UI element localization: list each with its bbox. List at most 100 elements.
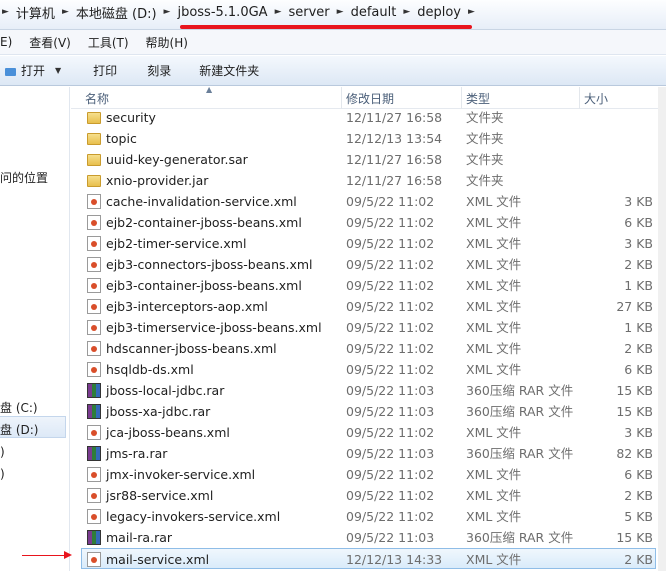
chevron-right-icon[interactable]: ► <box>466 7 477 17</box>
file-size <box>561 128 653 149</box>
file-size: 15 KB <box>616 383 653 398</box>
column-name[interactable]: 名称 <box>81 87 341 109</box>
breadcrumb-jboss[interactable]: jboss-5.1.0GA <box>172 5 272 20</box>
file-type: XML 文件 <box>466 341 522 356</box>
menu-edit[interactable]: E) <box>0 35 21 49</box>
file-row[interactable]: jca-jboss-beans.xml 09/5/22 11:02 XML 文件 3 … <box>71 422 658 443</box>
nav-item-b[interactable]: ) <box>0 467 5 481</box>
file-row[interactable]: security 12/11/27 16:58 文件夹 <box>71 107 658 128</box>
column-date[interactable]: 修改日期 <box>341 87 461 109</box>
print-label: 打印 <box>93 64 118 78</box>
chevron-right-icon[interactable]: ► <box>335 7 346 17</box>
chevron-right-icon[interactable]: ► <box>273 7 284 17</box>
address-bar[interactable]: ► 计算机 ► 本地磁盘 (D:) ► jboss-5.1.0GA ► serv… <box>0 0 666 30</box>
print-button[interactable]: 打印 <box>88 62 122 79</box>
file-name: ejb3-timerservice-jboss-beans.xml <box>106 320 322 335</box>
file-type: 文件夹 <box>466 110 504 125</box>
column-header: ▲ 名称 修改日期 类型 大小 <box>71 85 666 109</box>
file-name: jmx-invoker-service.xml <box>106 467 256 482</box>
file-row[interactable]: jsr88-service.xml 09/5/22 11:02 XML 文件 2 KB <box>71 485 658 506</box>
file-row[interactable]: mail-ra.rar 09/5/22 11:03 360压缩 RAR 文件 15 K… <box>71 527 658 548</box>
breadcrumb[interactable]: ► 计算机 ► 本地磁盘 (D:) ► jboss-5.1.0GA ► serv… <box>0 2 477 22</box>
nav-drive-c[interactable]: 盘 (C:) <box>0 399 38 416</box>
file-row[interactable]: xnio-provider.jar 12/11/27 16:58 文件夹 <box>71 170 658 191</box>
file-row[interactable]: jboss-xa-jdbc.rar 09/5/22 11:03 360压缩 RAR … <box>71 401 658 422</box>
breadcrumb-server[interactable]: server <box>283 5 334 20</box>
file-date: 12/11/27 16:58 <box>346 173 443 188</box>
rar-archive-icon <box>87 446 101 461</box>
file-date: 09/5/22 11:02 <box>346 488 435 503</box>
file-row[interactable]: hsqldb-ds.xml 09/5/22 11:02 XML 文件 6 KB <box>71 359 658 380</box>
file-date: 12/12/13 13:54 <box>346 131 443 146</box>
nav-drive-d[interactable]: 盘 (D:) <box>0 421 38 438</box>
chevron-right-icon[interactable]: ► <box>0 7 11 17</box>
file-row[interactable]: ejb3-container-jboss-beans.xml 09/5/22 11… <box>71 275 658 296</box>
file-date: 09/5/22 11:02 <box>346 320 435 335</box>
file-size <box>561 149 653 170</box>
file-row[interactable]: legacy-invokers-service.xml 09/5/22 11:02… <box>71 506 658 527</box>
file-date: 09/5/22 11:02 <box>346 509 435 524</box>
file-row[interactable]: ejb3-connectors-jboss-beans.xml 09/5/22 1… <box>71 254 658 275</box>
navigation-pane[interactable]: 问的位置 盘 (C:) 盘 (D:) ) ) <box>0 87 70 571</box>
file-list[interactable]: ▲ 名称 修改日期 类型 大小 security 12/11/27 16:58 文件… <box>71 85 666 571</box>
breadcrumb-default[interactable]: default <box>346 5 402 20</box>
xml-file-icon <box>87 194 101 209</box>
vertical-scrollbar[interactable] <box>658 87 666 571</box>
file-name: cache-invalidation-service.xml <box>106 194 297 209</box>
file-size: 15 KB <box>616 530 653 545</box>
file-row[interactable]: jmx-invoker-service.xml 09/5/22 11:02 XML … <box>71 464 658 485</box>
file-row[interactable]: jms-ra.rar 09/5/22 11:03 360压缩 RAR 文件 82 KB <box>71 443 658 464</box>
file-type: XML 文件 <box>466 425 522 440</box>
open-button[interactable]: 打开 ▼ <box>0 62 66 79</box>
new-folder-button[interactable]: 新建文件夹 <box>194 62 264 79</box>
file-row[interactable]: ejb2-container-jboss-beans.xml 09/5/22 11… <box>71 212 658 233</box>
nav-item-a[interactable]: ) <box>0 445 5 459</box>
xml-file-icon <box>87 278 101 293</box>
file-date: 09/5/22 11:02 <box>346 425 435 440</box>
nav-recent-places[interactable]: 问的位置 <box>0 169 48 186</box>
menu-help[interactable]: 帮助(H) <box>146 34 197 51</box>
file-row[interactable]: ejb3-timerservice-jboss-beans.xml 09/5/22… <box>71 317 658 338</box>
column-type[interactable]: 类型 <box>461 87 579 109</box>
file-date: 09/5/22 11:03 <box>346 404 435 419</box>
file-row[interactable]: ejb3-interceptors-aop.xml 09/5/22 11:02 XM… <box>71 296 658 317</box>
file-name: uuid-key-generator.sar <box>106 152 248 167</box>
file-size: 3 KB <box>624 194 653 209</box>
xml-file-icon <box>87 215 101 230</box>
dropdown-arrow-icon[interactable]: ▼ <box>55 66 61 75</box>
rar-archive-icon <box>87 383 101 398</box>
breadcrumb-deploy[interactable]: deploy <box>412 5 466 20</box>
file-size: 6 KB <box>624 215 653 230</box>
xml-file-icon <box>87 362 101 377</box>
menu-view[interactable]: 查看(V) <box>29 34 80 51</box>
folder-icon <box>87 133 101 145</box>
breadcrumb-computer[interactable]: 计算机 <box>11 3 60 22</box>
file-name: ejb3-interceptors-aop.xml <box>106 299 268 314</box>
file-size: 3 KB <box>624 425 653 440</box>
file-type: XML 文件 <box>466 509 522 524</box>
file-row[interactable]: ejb2-timer-service.xml 09/5/22 11:02 XML 文… <box>71 233 658 254</box>
burn-button[interactable]: 刻录 <box>142 62 176 79</box>
chevron-right-icon[interactable]: ► <box>60 7 71 17</box>
file-name: hsqldb-ds.xml <box>106 362 194 377</box>
file-row[interactable]: jboss-local-jdbc.rar 09/5/22 11:03 360压缩 R… <box>71 380 658 401</box>
chevron-right-icon[interactable]: ► <box>401 7 412 17</box>
file-size: 3 KB <box>624 236 653 251</box>
menu-tools[interactable]: 工具(T) <box>88 34 138 51</box>
file-date: 09/5/22 11:03 <box>346 530 435 545</box>
file-date: 09/5/22 11:02 <box>346 341 435 356</box>
chevron-right-icon[interactable]: ► <box>162 7 173 17</box>
file-type: XML 文件 <box>466 278 522 293</box>
file-size <box>561 170 653 191</box>
file-row[interactable]: hdscanner-jboss-beans.xml 09/5/22 11:02 XM… <box>71 338 658 359</box>
file-date: 09/5/22 11:02 <box>346 299 435 314</box>
file-row[interactable]: uuid-key-generator.sar 12/11/27 16:58 文件夹 <box>71 149 658 170</box>
file-row[interactable]: cache-invalidation-service.xml 09/5/22 11… <box>71 191 658 212</box>
file-row[interactable]: topic 12/12/13 13:54 文件夹 <box>71 128 658 149</box>
file-type: XML 文件 <box>466 552 522 567</box>
file-row[interactable]: mail-service.xml 12/12/13 14:33 XML 文件 2 KB <box>81 548 656 569</box>
breadcrumb-drive-d[interactable]: 本地磁盘 (D:) <box>71 3 162 22</box>
xml-file-icon <box>87 467 101 482</box>
file-name: jms-ra.rar <box>106 446 168 461</box>
column-size[interactable]: 大小 <box>579 87 659 109</box>
